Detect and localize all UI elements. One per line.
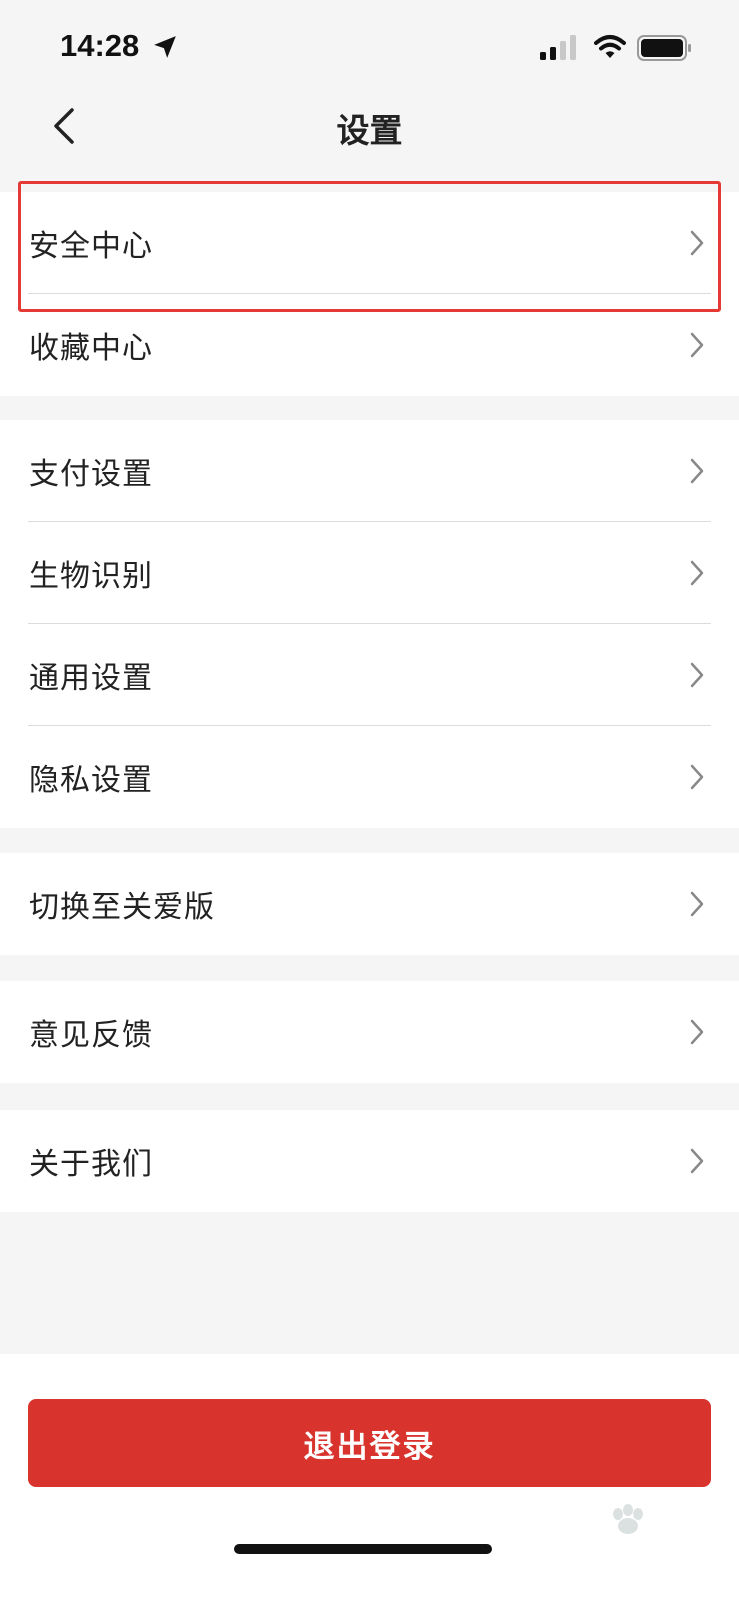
chevron-right-icon <box>690 891 704 917</box>
settings-item-about-us[interactable]: 关于我们 <box>0 1110 739 1212</box>
logout-button[interactable]: 退出登录 <box>28 1399 711 1487</box>
cellular-signal-icon <box>540 35 576 60</box>
settings-group-preferences: 支付设置 生物识别 通用设置 隐私设置 <box>0 420 739 828</box>
settings-item-label: 隐私设置 <box>29 763 153 798</box>
status-bar: 14:28 <box>0 0 739 96</box>
chevron-right-icon <box>690 1148 704 1174</box>
settings-item-biometrics[interactable]: 生物识别 <box>0 522 739 624</box>
settings-screen: 14:28 设置 安全中心 收藏中心 支付设置 生物识别 通用设置 隐私设置 切… <box>0 0 739 1600</box>
page-title: 设置 <box>336 111 403 150</box>
settings-item-favorites-center[interactable]: 收藏中心 <box>0 294 739 396</box>
settings-group-care-mode: 切换至关爱版 <box>0 853 739 955</box>
settings-item-label: 切换至关爱版 <box>29 890 215 925</box>
settings-item-security-center[interactable]: 安全中心 <box>0 192 739 294</box>
chevron-right-icon <box>690 764 704 790</box>
settings-item-label: 生物识别 <box>29 559 153 594</box>
home-indicator[interactable] <box>234 1544 492 1554</box>
chevron-right-icon <box>690 1019 704 1045</box>
settings-item-label: 关于我们 <box>29 1147 153 1182</box>
settings-group-account: 安全中心 收藏中心 <box>0 192 739 396</box>
status-time: 14:28 <box>60 28 140 63</box>
settings-item-payment-settings[interactable]: 支付设置 <box>0 420 739 522</box>
settings-item-label: 通用设置 <box>29 661 153 696</box>
settings-item-label: 安全中心 <box>29 229 153 264</box>
settings-group-about: 关于我们 <box>0 1110 739 1212</box>
battery-icon <box>637 35 691 61</box>
navigation-bar: 设置 <box>0 96 739 192</box>
wifi-icon <box>594 35 626 58</box>
settings-item-feedback[interactable]: 意见反馈 <box>0 981 739 1083</box>
settings-item-switch-care-version[interactable]: 切换至关爱版 <box>0 853 739 955</box>
chevron-right-icon <box>690 458 704 484</box>
settings-item-label: 意见反馈 <box>29 1018 153 1053</box>
baidu-jingyan-watermark-logo <box>613 1504 643 1534</box>
settings-item-label: 支付设置 <box>29 457 153 492</box>
settings-group-feedback: 意见反馈 <box>0 981 739 1083</box>
chevron-right-icon <box>690 230 704 256</box>
settings-item-general-settings[interactable]: 通用设置 <box>0 624 739 726</box>
settings-item-privacy-settings[interactable]: 隐私设置 <box>0 726 739 828</box>
logout-section: 退出登录 <box>0 1354 739 1600</box>
chevron-right-icon <box>690 332 704 358</box>
chevron-right-icon <box>690 662 704 688</box>
chevron-right-icon <box>690 560 704 586</box>
location-arrow-icon <box>154 36 176 58</box>
settings-item-label: 收藏中心 <box>29 331 153 366</box>
